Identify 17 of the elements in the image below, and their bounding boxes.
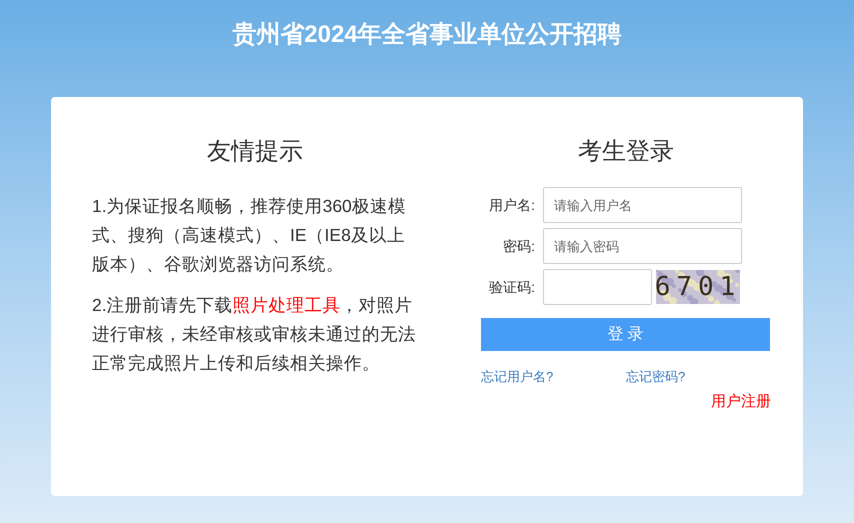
username-field[interactable]: 请输入用户名 <box>543 187 742 223</box>
forgot-password-link[interactable]: 忘记密码? <box>626 367 771 386</box>
login-title: 考生登录 <box>578 137 674 167</box>
login-button[interactable]: 登 录 <box>481 318 770 351</box>
field-label: 验证码: <box>488 278 536 296</box>
captcha-image[interactable]: 6701 <box>656 270 740 304</box>
page-title: 贵州省2024年全省事业单位公开招聘 <box>232 20 622 50</box>
photo-tool-link[interactable]: 照片处理工具 <box>232 295 341 315</box>
register-link[interactable]: 用户注册 <box>711 390 771 413</box>
field-label: 用户名: <box>488 196 536 214</box>
field-label: 密码: <box>502 236 536 256</box>
notice-paragraph: 2.注册前请先下载照片处理工具，对照片进行审核，未经审核或审核未通过的无法正常完成照片上传和后续相关操作。 <box>92 294 417 375</box>
captcha-field[interactable] <box>543 269 652 305</box>
notice-title: 友情提示 <box>207 137 303 167</box>
forgot-username-link[interactable]: 忘记用户名? <box>481 367 626 386</box>
notice-paragraph: 1.为保证报名顺畅，推荐使用360极速模式、搜狗（高速模式）、IE（IE8及以上版本）、谷歌浏览器访问系统。 <box>92 195 407 276</box>
password-field[interactable]: 请输入密码 <box>543 228 742 264</box>
